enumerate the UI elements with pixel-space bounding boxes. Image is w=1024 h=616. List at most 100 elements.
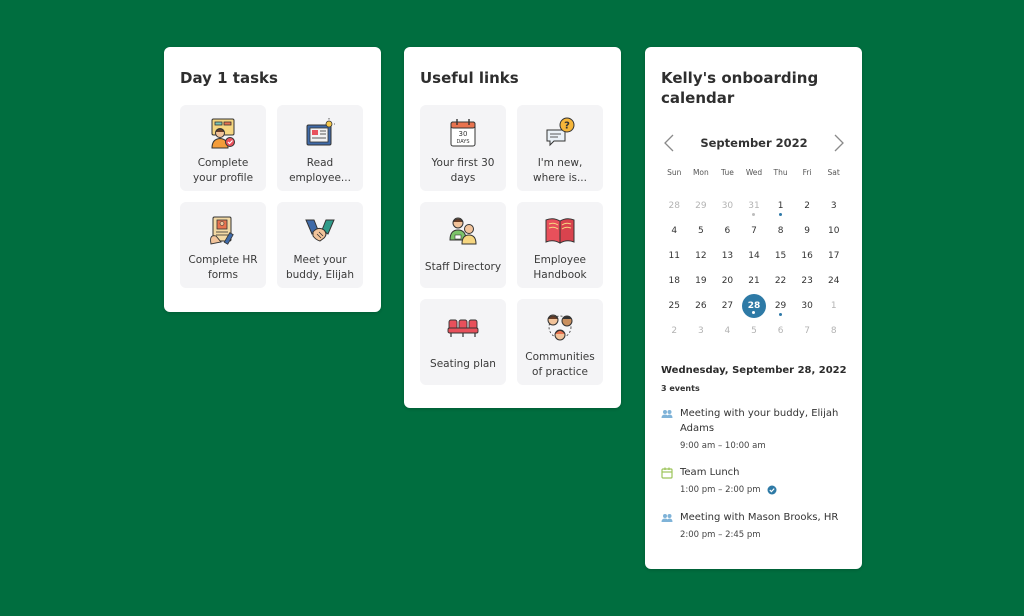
- calendar-day[interactable]: 6: [714, 218, 741, 243]
- tile-read-employee[interactable]: Read employee...: [277, 105, 363, 191]
- calendar-day[interactable]: 1: [767, 193, 794, 218]
- tile-label: Your first 30 days: [431, 157, 495, 184]
- calendar-day[interactable]: 1: [820, 293, 847, 318]
- calendar-day[interactable]: 14: [741, 243, 768, 268]
- day-number: 3: [830, 200, 837, 211]
- tile-staff-directory[interactable]: Staff Directory: [420, 202, 506, 288]
- day-number: 30: [721, 200, 734, 211]
- calendar-day[interactable]: 5: [688, 218, 715, 243]
- day-number: 25: [668, 300, 680, 311]
- day-number: 18: [668, 275, 680, 286]
- calendar-day[interactable]: 24: [820, 268, 847, 293]
- day-number: 5: [751, 325, 757, 336]
- calendar-day[interactable]: 18: [661, 268, 688, 293]
- calendar-day[interactable]: 3: [820, 193, 847, 218]
- tile-first-30-days[interactable]: 30 DAYS Your first 30 days: [420, 105, 506, 191]
- prev-month-button[interactable]: [661, 131, 677, 155]
- weekday-label: Mon: [692, 168, 709, 177]
- calendar-day[interactable]: 23: [794, 268, 821, 293]
- calendar-day[interactable]: 25: [661, 293, 688, 318]
- calendar-day[interactable]: 2: [661, 318, 688, 343]
- calendar-day[interactable]: 13: [714, 243, 741, 268]
- day-number: 10: [827, 225, 840, 236]
- calendar-day[interactable]: 12: [688, 243, 715, 268]
- event-time: 9:00 am – 10:00 am: [680, 441, 851, 451]
- calendar-day[interactable]: 30: [714, 193, 741, 218]
- day-number: 5: [697, 225, 704, 236]
- calendar-day[interactable]: 19: [688, 268, 715, 293]
- weekday-label: Sat: [827, 168, 840, 177]
- calendar-day[interactable]: 5: [741, 318, 768, 343]
- tile-meet-buddy[interactable]: Meet your buddy, Elijah: [277, 202, 363, 288]
- calendar-title: Kelly's onboarding calendar: [661, 69, 819, 107]
- question-chat-icon: ?: [546, 117, 575, 147]
- tile-label: Complete HR forms: [188, 254, 258, 281]
- profile-icon: [211, 118, 235, 149]
- calendar-day[interactable]: 29: [688, 193, 715, 218]
- tile-label: Meet your buddy, Elijah: [285, 254, 354, 281]
- day-number: 14: [748, 250, 760, 261]
- calendar-day[interactable]: 2: [794, 193, 821, 218]
- event-item[interactable]: Meeting with Mason Brooks, HR 2:00 pm – …: [661, 510, 851, 540]
- tile-complete-profile[interactable]: Complete your profile: [180, 105, 266, 191]
- communities-icon: [547, 314, 573, 341]
- tile-im-new[interactable]: ? I'm new, where is...: [517, 105, 603, 191]
- calendar-day[interactable]: 7: [741, 218, 768, 243]
- calendar-day[interactable]: 15: [767, 243, 794, 268]
- calendar-day[interactable]: 26: [688, 293, 715, 318]
- weekday-label: Sun: [667, 168, 682, 177]
- calendar-day[interactable]: 10: [820, 218, 847, 243]
- calendar-30-days-icon: 30 DAYS: [450, 119, 476, 147]
- calendar-day[interactable]: 7: [794, 318, 821, 343]
- people-icon: [661, 410, 673, 418]
- day-number: 22: [774, 275, 787, 286]
- calendar-day[interactable]: 8: [820, 318, 847, 343]
- calendar-header: September 2022: [661, 131, 847, 155]
- day-number: 6: [777, 325, 784, 336]
- calendar-day[interactable]: 4: [714, 318, 741, 343]
- calendar-day[interactable]: 16: [794, 243, 821, 268]
- weekday-header: Sun Mon Tue Wed Thu Fri Sat: [661, 168, 847, 177]
- people-icon: [661, 514, 673, 522]
- calendar-day[interactable]: 8: [767, 218, 794, 243]
- calendar-day[interactable]: 28: [661, 193, 688, 218]
- tile-label: Seating plan: [430, 358, 496, 370]
- event-time-text: 2:00 pm – 2:45 pm: [680, 530, 761, 540]
- tile-communities-of-practice[interactable]: Communities of practice: [517, 299, 603, 385]
- day-number: 16: [801, 250, 813, 261]
- calendar-icon-number: 30: [459, 130, 468, 138]
- calendar-day[interactable]: 3: [688, 318, 715, 343]
- event-item[interactable]: Team Lunch 1:00 pm – 2:00 pm: [661, 465, 851, 495]
- calendar-day[interactable]: 20: [714, 268, 741, 293]
- calendar-day[interactable]: 29: [767, 293, 794, 318]
- calendar-day[interactable]: 6: [767, 318, 794, 343]
- day-number: 15: [774, 250, 787, 261]
- day-number: 21: [748, 275, 760, 286]
- calendar-event-icon: [661, 467, 673, 479]
- calendar-day-selected[interactable]: 28: [741, 293, 768, 318]
- tile-employee-handbook[interactable]: Employee Handbook: [517, 202, 603, 288]
- calendar-day[interactable]: 30: [794, 293, 821, 318]
- onboarding-calendar-card: Kelly's onboarding calendar September 20…: [645, 47, 862, 569]
- calendar-day[interactable]: 21: [741, 268, 768, 293]
- check-circle-icon: [767, 485, 777, 495]
- calendar-day[interactable]: 22: [767, 268, 794, 293]
- hr-forms-icon: [210, 216, 234, 245]
- calendar-day[interactable]: 11: [661, 243, 688, 268]
- event-time: 1:00 pm – 2:00 pm: [680, 485, 851, 495]
- day-number: 7: [804, 325, 810, 336]
- day-number: 9: [804, 225, 810, 236]
- event-item[interactable]: Meeting with your buddy, Elijah Adams 9:…: [661, 406, 851, 451]
- handbook-icon: [545, 218, 575, 244]
- calendar-day[interactable]: 17: [820, 243, 847, 268]
- tile-seating-plan[interactable]: Seating plan: [420, 299, 506, 385]
- day-number: 2: [671, 325, 678, 336]
- day-number: 6: [724, 225, 731, 236]
- next-month-button[interactable]: [831, 131, 847, 155]
- calendar-day[interactable]: 27: [714, 293, 741, 318]
- event-dot: [779, 213, 783, 216]
- tile-complete-hr-forms[interactable]: Complete HR forms: [180, 202, 266, 288]
- calendar-day[interactable]: 9: [794, 218, 821, 243]
- calendar-day[interactable]: 31: [741, 193, 768, 218]
- calendar-day[interactable]: 4: [661, 218, 688, 243]
